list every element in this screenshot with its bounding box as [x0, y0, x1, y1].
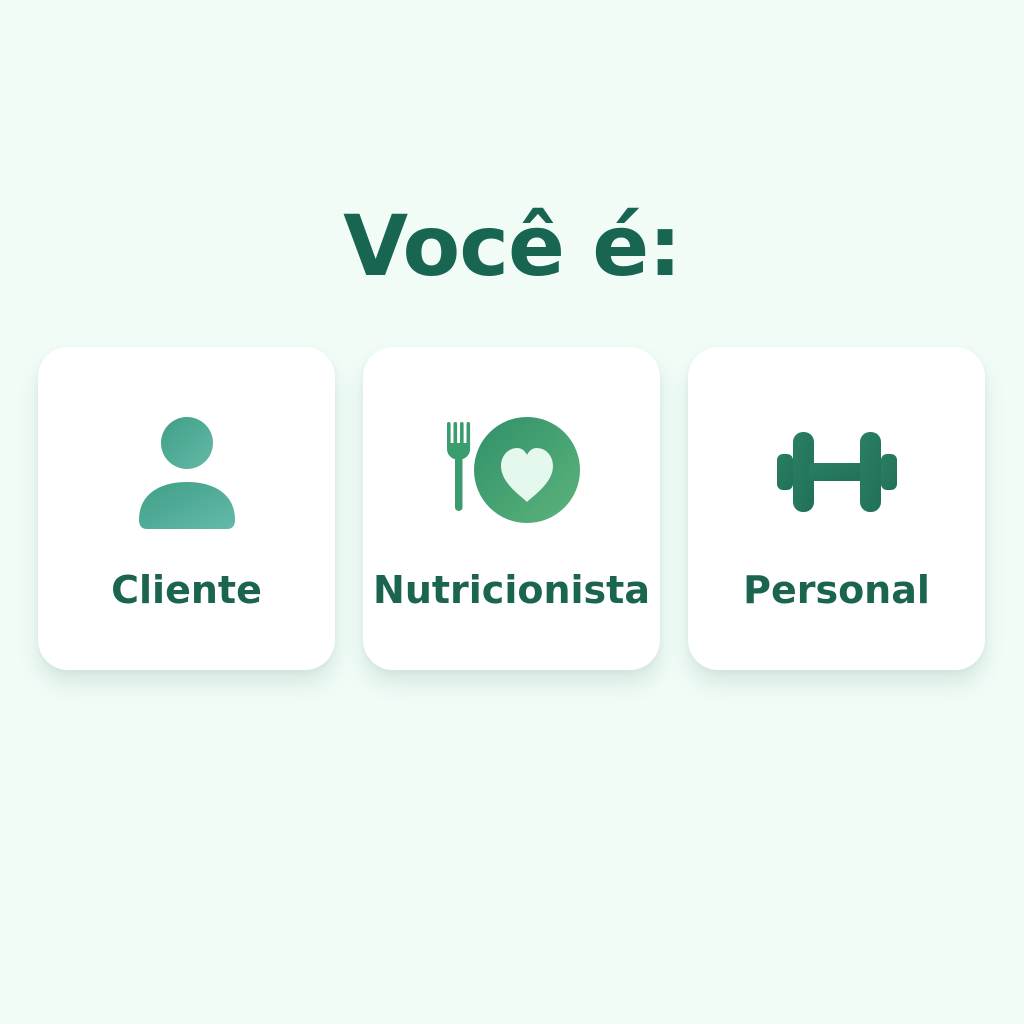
user-icon [38, 407, 335, 537]
dumbbell-icon [688, 407, 985, 537]
role-label-cliente: Cliente [111, 568, 262, 612]
fork-icon [446, 422, 470, 511]
fork-heart-plate-icon [363, 407, 660, 537]
role-selection-screen: Você é: Cliente Nutricionista Personal [0, 0, 1024, 1024]
role-options: Cliente Nutricionista Personal [0, 0, 1024, 1024]
role-card-personal[interactable]: Personal [688, 347, 985, 670]
role-label-personal: Personal [743, 568, 930, 612]
role-card-nutricionista[interactable]: Nutricionista [363, 347, 660, 670]
role-card-cliente[interactable]: Cliente [38, 347, 335, 670]
role-label-nutricionista: Nutricionista [373, 568, 650, 612]
